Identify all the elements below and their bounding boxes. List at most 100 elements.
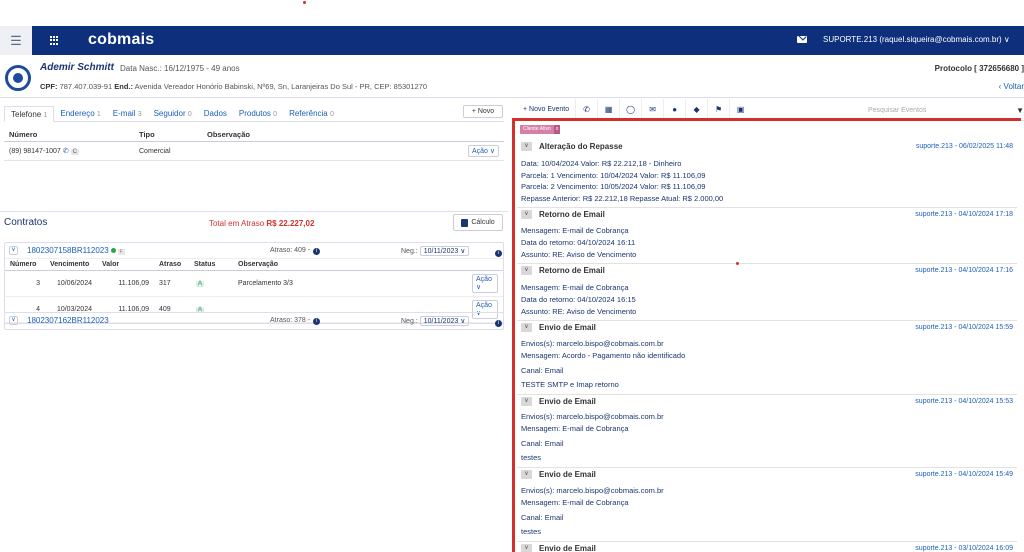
chevron-down-icon[interactable]: ∨ bbox=[521, 470, 532, 479]
col-atraso: Atraso bbox=[154, 259, 189, 271]
user-menu[interactable]: SUPORTE.213 (raquel.siqueira@cobmais.com… bbox=[823, 35, 1010, 44]
tab-dados[interactable]: Dados bbox=[198, 106, 233, 121]
contract-overdue: Atraso: 409 -i bbox=[270, 247, 321, 255]
contract-card: ∨ 1802307162BR112023 Atraso: 378 -i Neg.… bbox=[4, 312, 504, 330]
new-contact-button[interactable]: + Novo bbox=[463, 105, 503, 118]
contract-number[interactable]: 1802307162BR112023 bbox=[27, 316, 109, 325]
event-meta: suporte.213 - 04/10/2024 15:59 bbox=[915, 324, 1013, 331]
left-panel: Telefone 1 Endereço 1 E-mail 3 Seguidor … bbox=[0, 99, 508, 552]
event-item: ∨ Alteração do Repasse suporte.213 - 06/… bbox=[517, 140, 1017, 208]
tab-seguidor[interactable]: Seguidor 0 bbox=[148, 106, 198, 121]
active-dot bbox=[110, 248, 116, 253]
info-icon[interactable]: i bbox=[495, 247, 502, 257]
phone-type-cell: Comercial bbox=[134, 141, 202, 161]
chevron-down-icon[interactable]: ∨ bbox=[521, 323, 532, 332]
status-badge: Cliente Ativo bbox=[520, 125, 554, 134]
cpf-label: CPF: bbox=[40, 82, 58, 91]
search-events-input[interactable]: Pesquisar Eventos bbox=[868, 107, 926, 114]
negotiation-date-select[interactable]: 10/11/2023 ∨ bbox=[419, 246, 470, 256]
client-birthdate: Data Nasc.: 16/12/1975 - 49 anos bbox=[120, 64, 240, 73]
event-line: Parcela: 2 Vencimento: 10/05/2024 Valor:… bbox=[521, 182, 706, 191]
client-avatar bbox=[5, 65, 31, 91]
event-line: Envios(s): marcelo.bispo@cobmais.com.br bbox=[521, 412, 664, 421]
app-logo[interactable]: cobmais bbox=[88, 31, 154, 49]
top-strip bbox=[0, 0, 1024, 26]
event-line: Mensagem: E-mail de Cobrança bbox=[521, 283, 629, 292]
col-numero: Número bbox=[4, 128, 134, 142]
negotiation-date-select[interactable]: 10/11/2023 ∨ bbox=[419, 316, 470, 326]
event-meta: suporte.213 - 04/10/2024 17:18 bbox=[915, 211, 1013, 218]
red-marker-dot bbox=[736, 262, 739, 265]
status-chip: C bbox=[70, 149, 79, 155]
chevron-down-icon[interactable]: ∨ bbox=[521, 397, 532, 406]
event-line: Assunto: RE: Aviso de Vencimento bbox=[521, 250, 637, 259]
col-acao bbox=[467, 259, 503, 271]
client-status-badge: Cliente Ativo x bbox=[520, 125, 561, 134]
event-line: Mensagem: E-mail de Cobrança bbox=[521, 498, 629, 507]
calculator-icon bbox=[461, 218, 469, 227]
chevron-down-icon[interactable]: ∨ bbox=[521, 544, 532, 552]
event-line: Mensagem: E-mail de Cobrança bbox=[521, 226, 629, 235]
back-link[interactable]: ‹ Voltar bbox=[999, 82, 1024, 91]
info-icon[interactable]: i bbox=[313, 318, 321, 325]
new-event-button[interactable]: + Novo Evento bbox=[523, 106, 569, 113]
event-line: Envios(s): marcelo.bispo@cobmais.com.br bbox=[521, 339, 664, 348]
event-meta: suporte.213 - 04/10/2024 15:49 bbox=[915, 471, 1013, 478]
chevron-down-icon[interactable]: ∨ bbox=[521, 210, 532, 219]
acao-dropdown[interactable]: Ação ∨ bbox=[472, 274, 498, 293]
chevron-down-icon[interactable]: ∨ bbox=[9, 316, 18, 325]
tab-email[interactable]: E-mail 3 bbox=[107, 106, 148, 121]
event-title: Envio de Email bbox=[539, 397, 596, 406]
negotiation-date: Neg.: 10/11/2023 ∨ bbox=[401, 316, 470, 326]
event-line: testes bbox=[521, 453, 542, 462]
phone-actions-cell: Ação ∨ bbox=[202, 141, 504, 161]
client-name: Ademir Schmitt bbox=[40, 62, 114, 73]
event-meta: suporte.213 - 06/02/2025 11:48 bbox=[915, 143, 1013, 150]
events-panel: + Novo Evento ✆ ▦ ◯ ✉ ● ◆ ⚑ ▣ Pesquisar … bbox=[513, 98, 1024, 552]
table-row: (89) 98147-1007 ✆ C Comercial Ação ∨ bbox=[4, 141, 504, 161]
grid-icon[interactable] bbox=[50, 35, 60, 45]
acao-dropdown[interactable]: Ação ∨ bbox=[467, 145, 499, 157]
info-icon[interactable]: i bbox=[495, 317, 502, 327]
highlight-bar-top bbox=[512, 118, 1021, 121]
chevron-down-icon[interactable]: ∨ bbox=[9, 246, 18, 255]
status-chip: A bbox=[196, 281, 205, 287]
client-header: Ademir Schmitt Data Nasc.: 16/12/1975 - … bbox=[0, 55, 1024, 98]
negotiation-date: Neg.: 10/11/2023 ∨ bbox=[401, 246, 470, 256]
tab-telefone[interactable]: Telefone 1 bbox=[4, 106, 55, 122]
phone-table: Número Tipo Observação (89) 98147-1007 ✆… bbox=[4, 128, 504, 161]
tab-referencia[interactable]: Referência 0 bbox=[283, 106, 340, 121]
col-numero: Número bbox=[5, 259, 45, 271]
email-icon[interactable] bbox=[797, 36, 807, 43]
col-vencimento: Vencimento bbox=[45, 259, 97, 271]
remove-badge-button[interactable]: x bbox=[553, 125, 561, 134]
phone-number-cell: (89) 98147-1007 ✆ C bbox=[4, 141, 134, 161]
event-line: Mensagem: E-mail de Cobrança bbox=[521, 424, 629, 433]
red-marker-dot bbox=[303, 1, 306, 4]
chevron-down-icon[interactable]: ∨ bbox=[521, 266, 532, 275]
event-title: Retorno de Email bbox=[539, 210, 605, 219]
col-observacao: Observação bbox=[202, 128, 504, 142]
event-line: Assunto: RE: Aviso de Vencimento bbox=[521, 307, 637, 316]
info-icon[interactable]: i bbox=[313, 248, 321, 255]
tab-endereco[interactable]: Endereço 1 bbox=[54, 106, 106, 121]
contract-overdue: Atraso: 378 -i bbox=[270, 317, 321, 325]
chevron-down-icon[interactable]: ∨ bbox=[521, 142, 532, 151]
address-label: End.: bbox=[114, 82, 133, 91]
event-line: testes bbox=[521, 527, 542, 536]
event-title: Retorno de Email bbox=[539, 266, 605, 275]
hamburger-icon[interactable]: ☰ bbox=[0, 26, 32, 55]
event-item: ∨ Envio de Email suporte.213 - 04/10/202… bbox=[517, 321, 1017, 395]
event-meta: suporte.213 - 04/10/2024 15:53 bbox=[915, 398, 1013, 405]
contract-number[interactable]: 1802307158BR112023 F bbox=[27, 246, 125, 255]
calculation-button[interactable]: Cálculo bbox=[453, 214, 503, 231]
event-title: Alteração do Repasse bbox=[539, 142, 623, 151]
event-line: Canal: Email bbox=[521, 366, 564, 375]
highlight-bar-left bbox=[512, 119, 515, 552]
cpf-value: 787.407.039-91 bbox=[59, 82, 113, 91]
event-line: Data do retorno: 04/10/2024 16:15 bbox=[521, 295, 636, 304]
tab-produtos[interactable]: Produtos 0 bbox=[233, 106, 283, 121]
filter-icon[interactable]: ▼ bbox=[1016, 106, 1024, 115]
client-address-line: CPF: 787.407.039-91 End.: Avenida Veread… bbox=[40, 82, 427, 91]
col-observacao: Observação bbox=[233, 259, 467, 271]
